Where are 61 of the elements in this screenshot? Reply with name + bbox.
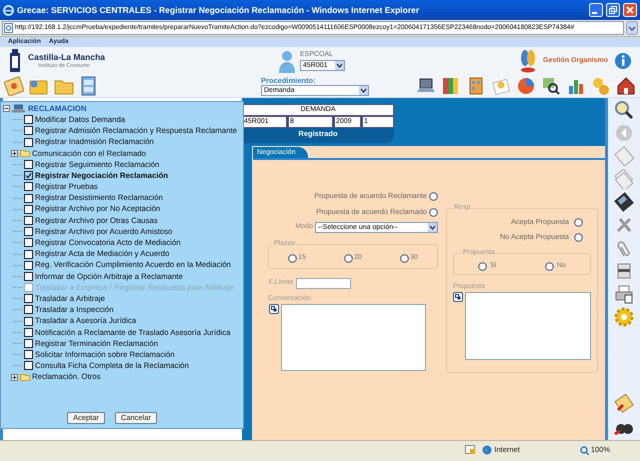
restore-button[interactable] [606,3,620,17]
radio-button[interactable] [344,254,354,263]
zoom-icon [580,446,589,454]
magnifier-icon[interactable] [541,76,561,96]
checkbox[interactable] [24,328,33,337]
radio-button[interactable] [429,192,438,200]
checkbox[interactable] [24,339,33,348]
chevron-icon [335,60,344,70]
binders-icon[interactable] [441,76,461,96]
minimize-button[interactable] [589,3,603,17]
printer-icon[interactable] [614,284,634,304]
pie-chart-icon[interactable] [516,76,536,96]
radio-button[interactable] [544,262,554,270]
checkbox[interactable] [24,216,33,225]
expand-icon[interactable] [269,304,279,314]
checkbox[interactable] [24,182,33,192]
checkbox[interactable] [24,160,33,170]
user-icon [278,49,296,73]
clipboard-icon[interactable] [4,76,24,96]
folder-icon [20,373,30,382]
checkbox[interactable] [24,272,33,281]
radio-button[interactable] [574,233,583,242]
chevron-icon [359,86,368,96]
checkbox[interactable] [24,260,33,270]
checkbox[interactable] [24,126,33,136]
info-icon[interactable] [614,52,632,70]
checkbox[interactable] [24,227,33,236]
expand-icon[interactable] [453,292,463,302]
collapse-icon[interactable] [3,105,10,112]
page-icon [4,23,13,33]
checkbox[interactable] [24,305,33,314]
checkbox[interactable] [24,361,33,370]
expand-icon[interactable] [11,374,18,381]
house-icon[interactable] [616,76,636,96]
radio-button[interactable] [429,208,438,216]
globe-icon [482,445,492,455]
radio-button[interactable] [574,218,583,227]
close-button[interactable] [623,3,637,17]
radio-button[interactable] [400,254,410,263]
radio-button[interactable] [478,262,488,270]
checkbox[interactable] [24,294,33,304]
dropdown-icon[interactable] [626,21,638,35]
radio-button[interactable] [288,254,298,263]
date-field[interactable] [296,278,351,289]
computer-icon [12,104,26,114]
magnifier-icon[interactable] [614,100,634,120]
window-title: Grecae: SERVICIOS CENTRALES - Registrar Negociación Reclamación - Windows Internet Explorer [17,4,420,16]
checkbox[interactable] [24,194,33,203]
brand-name: Castilla-La Mancha [28,52,106,63]
browser-icon [3,4,14,16]
checkbox[interactable] [24,171,33,180]
checkbox[interactable] [24,204,33,214]
checkbox[interactable] [24,115,33,124]
checkbox[interactable] [24,238,33,248]
checkbox[interactable] [24,250,33,259]
expand-icon[interactable] [11,150,18,157]
checkbox[interactable] [24,350,33,360]
checkbox[interactable] [24,138,33,147]
chevron-icon [428,222,437,232]
folder-icon [20,149,30,158]
checkbox[interactable] [24,316,33,326]
